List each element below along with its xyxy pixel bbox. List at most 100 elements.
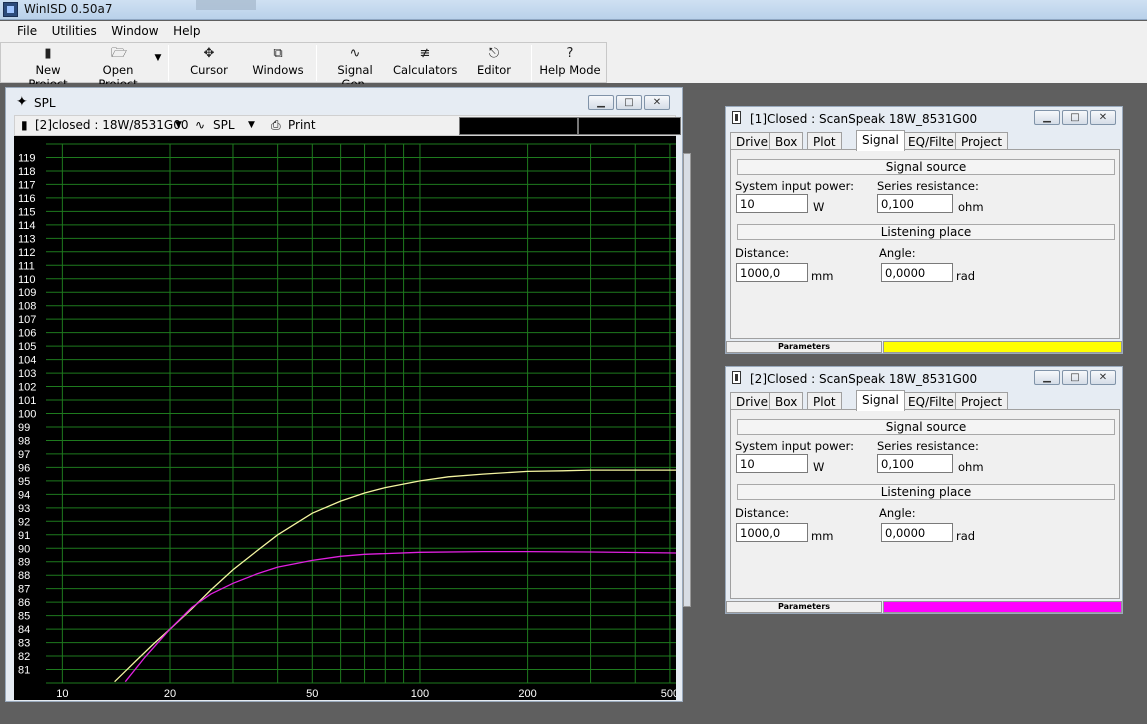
y-tick-label: 111: [18, 260, 35, 272]
app-title: WinISD 0.50a7: [24, 2, 113, 16]
spl-window-titlebar[interactable]: ✦ SPL ▁ □ ✕: [6, 88, 682, 114]
x-tick-label: 50: [306, 688, 318, 700]
cursor-button[interactable]: ✥ Cursor: [184, 45, 234, 81]
menu-file[interactable]: File: [14, 21, 40, 41]
menu-help[interactable]: Help: [170, 21, 203, 41]
minimize-button[interactable]: ▁: [588, 95, 614, 110]
tab-project[interactable]: Project: [955, 132, 1009, 150]
tab-plot[interactable]: Plot: [807, 392, 842, 410]
tab-box[interactable]: Box: [769, 392, 804, 410]
y-tick-label: 116: [18, 193, 36, 205]
x-tick-label: 200: [518, 688, 536, 700]
editor-icon: ⎋: [488, 46, 500, 61]
tab-plot[interactable]: Plot: [807, 132, 842, 150]
y-tick-label: 110: [18, 274, 36, 286]
tab-signal[interactable]: Signal: [856, 130, 905, 151]
status-bar: Parameters: [726, 601, 1122, 613]
power-unit: W: [813, 200, 825, 214]
dialog-title: [2]Closed : ScanSpeak 18W_8531G00: [750, 372, 978, 386]
cursor-label: Cursor: [190, 63, 228, 77]
plot-select[interactable]: SPL: [213, 118, 235, 132]
minimize-button[interactable]: ▁: [1034, 370, 1060, 385]
x-tick-label: 10: [56, 688, 68, 700]
editor-button[interactable]: ⎋ Editor: [469, 45, 519, 81]
windows-icon: ⧉: [273, 46, 283, 61]
y-tick-label: 84: [18, 624, 30, 636]
angle-label: Angle:: [879, 246, 916, 260]
series-resistance-field[interactable]: 0,100: [877, 194, 953, 213]
y-tick-label: 85: [18, 611, 30, 623]
windows-button[interactable]: ⧉ Windows: [251, 45, 305, 81]
maximize-button[interactable]: □: [1062, 110, 1088, 125]
y-tick-label: 109: [18, 287, 36, 299]
printer-icon: ⎙: [271, 118, 281, 132]
y-tick-label: 99: [18, 422, 30, 434]
close-button[interactable]: ✕: [1090, 110, 1116, 125]
spl-plot[interactable]: 81 82 83 84 85 86 87 88 89 90 91 92 93 94 95 96 97 98 99 10…: [14, 136, 679, 700]
chevron-down-icon: ▼: [154, 53, 162, 63]
y-tick-label: 88: [18, 570, 30, 582]
menu-utilities[interactable]: Utilities: [49, 21, 100, 41]
cursor-readout-box: [578, 117, 681, 135]
y-tick-label: 86: [18, 597, 30, 609]
y-tick-label: 102: [18, 382, 36, 394]
distance-field[interactable]: 1000,0: [736, 523, 808, 542]
open-project-button[interactable]: 🗁 Open Project: [83, 45, 153, 92]
calculator-icon: ≢: [419, 46, 431, 61]
system-input-power-field[interactable]: 10: [736, 194, 808, 213]
crosshair-icon: ✥: [203, 46, 215, 61]
dialog-controls: ▁ □ ✕: [1032, 370, 1116, 385]
distance-field[interactable]: 1000,0: [736, 263, 808, 282]
y-tick-label: 95: [18, 476, 30, 488]
y-tick-label: 118: [18, 166, 36, 178]
y-tick-label: 81: [18, 665, 30, 677]
toolbar-separator: [531, 45, 532, 81]
spl-toolbar: ▮ [2]closed : 18W/8531G00 ▼ ∿ SPL ▼ ⎙ Pr…: [14, 115, 681, 136]
angle-field[interactable]: 0,0000: [881, 523, 953, 542]
status-color-bar: [883, 601, 1122, 613]
dialog-title: [1]Closed : ScanSpeak 18W_8531G00: [750, 112, 978, 126]
new-project-button[interactable]: ▮ New Project: [15, 45, 81, 92]
angle-field[interactable]: 0,0000: [881, 263, 953, 282]
close-button[interactable]: ✕: [1090, 370, 1116, 385]
angle-unit: rad: [956, 529, 976, 543]
spl-chart[interactable]: 8182838485868788899091929394959697989910…: [14, 136, 679, 700]
spl-series-1: [114, 469, 676, 683]
close-button[interactable]: ✕: [644, 95, 670, 110]
maximize-button[interactable]: □: [1062, 370, 1088, 385]
system-input-power-field[interactable]: 10: [736, 454, 808, 473]
help-mode-label: Help Mode: [539, 63, 601, 77]
folder-icon: 🗁: [111, 46, 128, 61]
signal-gen-button[interactable]: ∿ Signal Gen.: [323, 45, 387, 92]
y-tick-label: 101: [18, 395, 36, 407]
project-select[interactable]: [2]closed : 18W/8531G00: [35, 118, 188, 132]
toolbar-separator: [168, 45, 169, 81]
help-mode-button[interactable]: ? Help Mode: [539, 45, 601, 81]
angle-label: Angle:: [879, 506, 916, 520]
menu-window[interactable]: Window: [108, 21, 161, 41]
series-resistance-field[interactable]: 0,100: [877, 454, 953, 473]
minimize-button[interactable]: ▁: [1034, 110, 1060, 125]
resistance-unit: ohm: [958, 460, 984, 474]
y-tick-label: 117: [18, 179, 36, 191]
calculators-button[interactable]: ≢ Calculators: [393, 45, 457, 81]
y-tick-label: 112: [18, 247, 36, 259]
system-input-power-label: System input power:: [735, 179, 854, 193]
chevron-down-icon[interactable]: ▼: [248, 120, 255, 130]
maximize-button[interactable]: □: [616, 95, 642, 110]
y-tick-label: 108: [18, 301, 36, 313]
tab-project[interactable]: Project: [955, 392, 1009, 410]
calculators-label: Calculators: [393, 63, 458, 77]
print-button[interactable]: Print: [288, 118, 316, 132]
series-resistance-label: Series resistance:: [877, 439, 979, 453]
toolbar-filler: [607, 42, 1147, 83]
y-tick-label: 89: [18, 557, 30, 569]
parameters-status: Parameters: [726, 341, 882, 353]
tab-signal[interactable]: Signal: [856, 390, 905, 411]
x-tick-label: 20: [164, 688, 176, 700]
tab-box[interactable]: Box: [769, 132, 804, 150]
power-unit: W: [813, 460, 825, 474]
signal-source-header: Signal source: [737, 159, 1115, 175]
toolbar-separator: [316, 45, 317, 81]
chevron-down-icon[interactable]: ▼: [175, 120, 182, 130]
